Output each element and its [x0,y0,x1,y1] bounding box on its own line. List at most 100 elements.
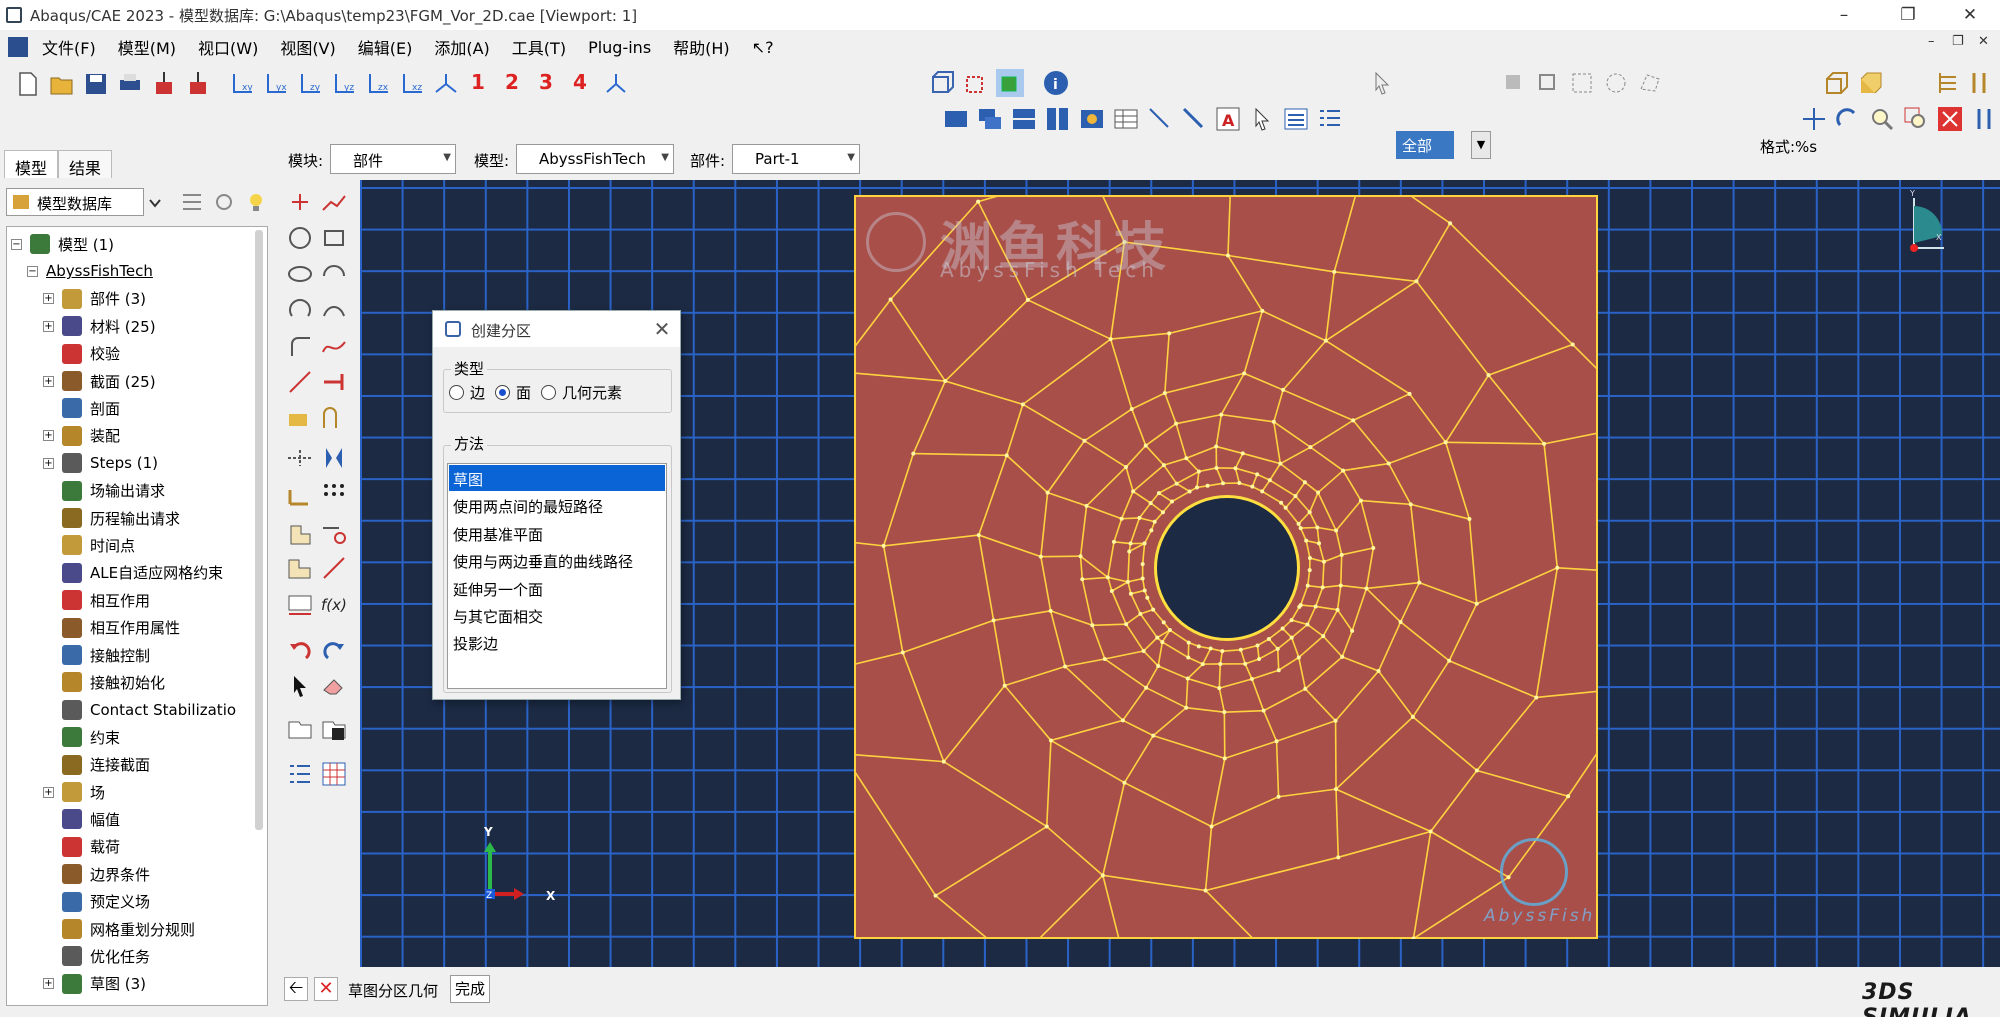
tree-item[interactable]: − AbyssFishTech [27,258,153,284]
view-zx-icon[interactable]: zx [364,70,392,98]
tree-item[interactable]: + 草图 (3) [43,971,146,997]
tree-item[interactable]: 校验 [43,341,120,367]
create-ellipse-icon[interactable] [286,260,314,288]
pan-icon[interactable] [1800,105,1828,133]
select-polygon-icon[interactable] [1636,69,1664,97]
iso-view-icon[interactable] [432,70,460,98]
import-icon[interactable] [150,70,178,98]
tree-expander-icon[interactable]: − [11,238,22,250]
close-window-button[interactable]: ✕ [1940,0,2000,30]
print-icon[interactable] [116,70,144,98]
tree-item[interactable]: 优化任务 [43,943,150,969]
tree-item[interactable]: 剖面 [43,395,120,421]
radio-edge-dot[interactable] [449,385,464,400]
cancel-icon[interactable]: ✕ [314,977,338,1001]
view-xz-icon[interactable]: xz [398,70,426,98]
tree-item[interactable]: 约束 [43,724,120,750]
display-group-add-icon[interactable] [1010,105,1038,133]
create-datum-icon[interactable] [320,188,348,216]
select-circle-icon[interactable] [1602,69,1630,97]
tab-results[interactable]: 结果 [58,150,113,178]
tab-model[interactable]: 模型 [4,150,59,178]
new-file-icon[interactable] [14,70,42,98]
view-axes-icon[interactable] [602,70,630,98]
method-item[interactable]: 使用两点间的最短路径 [449,492,665,518]
menu-viewport[interactable]: 视口(W) [198,35,258,59]
tree-item[interactable]: 连接截面 [43,752,150,778]
tree-expander-icon[interactable]: + [43,786,54,798]
undo-icon[interactable] [286,636,314,664]
radio-edge[interactable]: 边 [449,382,485,403]
context-help-button[interactable]: ↖? [752,38,774,57]
edit-dimension-icon[interactable] [286,404,314,432]
pointer-icon[interactable] [1248,105,1276,133]
maximize-button[interactable]: ❐ [1878,0,1938,30]
minimize-button[interactable]: – [1814,0,1874,30]
method-item[interactable]: 草图 [449,465,665,491]
zoom-icon[interactable] [1868,105,1896,133]
tree-expander-icon[interactable]: + [43,978,54,990]
partition-edge-icon[interactable] [320,520,348,548]
create-circle-icon[interactable] [286,224,314,252]
module-select[interactable]: 部件 [330,144,456,174]
view-zy-icon[interactable]: zy [296,70,324,98]
save-icon[interactable] [82,70,110,98]
eraser-icon[interactable] [320,672,348,700]
function-icon[interactable]: f(x) [320,590,348,618]
radio-face[interactable]: 面 [495,382,531,403]
dimension-icon[interactable] [320,368,348,396]
sketch-options-icon[interactable] [286,760,314,788]
tree-item[interactable]: + 截面 (25) [43,368,156,394]
tree-item[interactable]: 历程输出请求 [43,505,180,531]
rotate-icon[interactable] [1834,105,1862,133]
viewport-4-button[interactable]: 4 [570,70,590,94]
tree-expander-icon[interactable]: − [27,265,38,277]
tree-item[interactable]: − 模型 (1) [11,231,114,257]
menu-add[interactable]: 添加(A) [434,35,489,59]
grid-icon[interactable] [320,760,348,788]
model-select[interactable]: AbyssFishTech [516,144,674,174]
radio-cell[interactable]: 几何元素 [541,382,622,403]
partition-face-icon[interactable] [286,520,314,548]
method-item[interactable]: 使用与两边垂直的曲线路径 [449,547,665,573]
partition-cell-icon[interactable] [286,554,314,582]
display-options-icon[interactable] [1078,105,1106,133]
radio-cell-dot[interactable] [541,385,556,400]
method-item[interactable]: 延伸另一个面 [449,575,665,601]
menu-view[interactable]: 视图(V) [280,35,335,59]
save-sketch-icon[interactable] [320,716,348,744]
tree-item[interactable]: Contact Stabilizatio [43,697,236,723]
tree-item[interactable]: 相互作用 [43,587,150,613]
select-box-icon[interactable] [1568,69,1596,97]
menu-model[interactable]: 模型(M) [118,35,176,59]
lightbulb-icon[interactable] [244,190,268,214]
move-updown-icon[interactable] [150,190,162,214]
repair-icon[interactable] [286,590,314,618]
select-mode-icon[interactable] [1500,69,1528,97]
mdi-minimize-icon[interactable]: – [1928,34,1935,49]
tree-item[interactable]: + 材料 (25) [43,313,156,339]
redo-icon[interactable] [320,636,348,664]
method-item[interactable]: 投影边 [449,629,665,655]
done-button[interactable]: 完成 [450,975,490,1003]
tree-item[interactable]: + Steps (1) [43,450,158,476]
menu-tools[interactable]: 工具(T) [512,35,566,59]
tree-item[interactable]: 场输出请求 [43,478,165,504]
radio-face-dot[interactable] [495,385,510,400]
tree-item[interactable]: 幅值 [43,806,120,832]
tree-item[interactable]: ALE自适应网格约束 [43,560,223,586]
virtual-topology-icon[interactable] [320,554,348,582]
render-hidden-icon[interactable] [962,69,990,97]
part-select[interactable]: Part-1 [732,144,860,174]
tree-expander-icon[interactable]: + [43,293,54,305]
display-group-replace-icon[interactable] [976,105,1004,133]
create-arc-icon[interactable] [320,260,348,288]
tree-item[interactable]: 载荷 [43,834,120,860]
mdi-close-icon[interactable]: ✕ [1978,34,1989,49]
mdi-restore-icon[interactable]: ❐ [1952,34,1964,49]
cycle-views-icon[interactable] [1970,105,1998,133]
annotation-arrow-icon[interactable] [1146,105,1174,133]
menu-file[interactable]: 文件(F) [42,35,96,59]
box-wire-icon[interactable] [1822,69,1850,97]
create-fillet-icon[interactable] [286,332,314,360]
